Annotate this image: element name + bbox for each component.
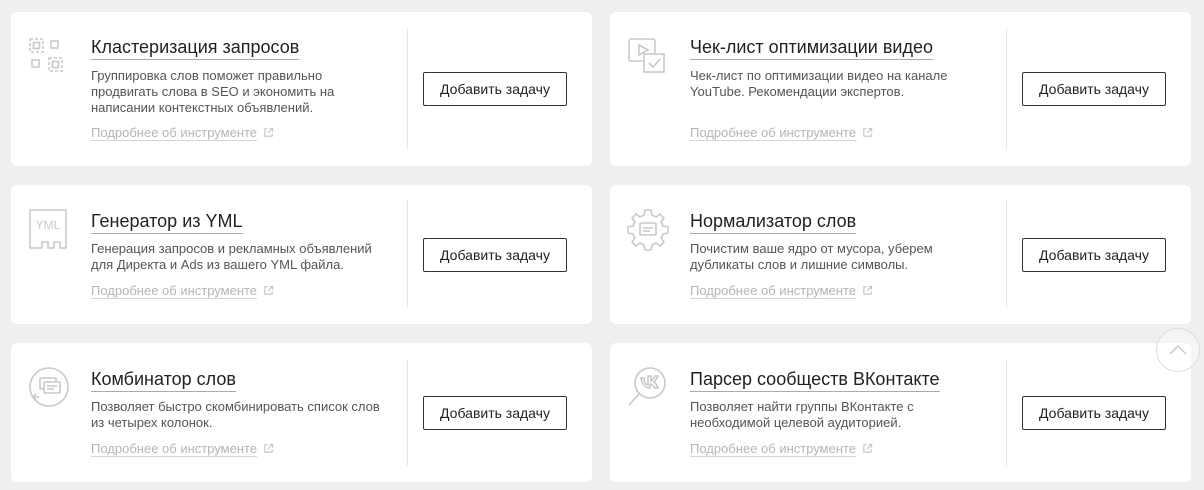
tool-card-combinator: Комбинатор слов Позволяет быстро скомбин… bbox=[11, 343, 592, 482]
tool-description: Чек-лист по оптимизации видео на канале … bbox=[690, 68, 948, 99]
more-link-label: Подробнее об инструменте bbox=[690, 283, 857, 299]
add-task-button[interactable]: Добавить задачу bbox=[1022, 396, 1166, 430]
video-checklist-icon bbox=[626, 36, 670, 80]
tool-card-vk-parser: Парсер сообществ ВКонтакте Позволяет най… bbox=[610, 343, 1191, 482]
vk-search-icon bbox=[626, 365, 670, 409]
tool-title[interactable]: Генератор из YML bbox=[91, 210, 243, 234]
tool-title[interactable]: Комбинатор слов bbox=[91, 368, 236, 392]
yml-icon-text: YML bbox=[36, 218, 61, 232]
tool-more-link[interactable]: Подробнее об инструменте bbox=[690, 283, 873, 299]
add-task-button[interactable]: Добавить задачу bbox=[1022, 72, 1166, 106]
tool-more-link[interactable]: Подробнее об инструменте bbox=[690, 125, 873, 141]
tool-card-video-checklist: Чек-лист оптимизации видео Чек-лист по о… bbox=[610, 12, 1191, 166]
more-link-label: Подробнее об инструменте bbox=[690, 125, 857, 141]
more-link-label: Подробнее об инструменте bbox=[91, 283, 258, 299]
tool-title[interactable]: Парсер сообществ ВКонтакте bbox=[690, 368, 940, 392]
tool-card-clustering: Кластеризация запросов Группировка слов … bbox=[11, 12, 592, 166]
external-link-icon bbox=[264, 127, 274, 137]
external-link-icon bbox=[863, 443, 873, 453]
card-divider bbox=[1006, 201, 1007, 308]
add-task-button[interactable]: Добавить задачу bbox=[1022, 238, 1166, 272]
tools-grid: Кластеризация запросов Группировка слов … bbox=[0, 0, 1204, 490]
chevron-up-icon bbox=[1169, 344, 1187, 355]
gear-icon bbox=[626, 207, 670, 251]
add-task-button[interactable]: Добавить задачу bbox=[423, 238, 567, 272]
tool-card-yml-generator: YML Генератор из YML Генерация запросов … bbox=[11, 185, 592, 324]
more-link-label: Подробнее об инструменте bbox=[91, 125, 258, 141]
card-divider bbox=[407, 201, 408, 308]
tool-description: Позволяет быстро скомбинировать список с… bbox=[91, 399, 380, 430]
external-link-icon bbox=[264, 285, 274, 295]
yml-file-icon: YML bbox=[27, 207, 71, 251]
tool-more-link[interactable]: Подробнее об инструменте bbox=[91, 283, 274, 299]
external-link-icon bbox=[863, 127, 873, 137]
card-divider bbox=[407, 359, 408, 466]
combinator-icon bbox=[27, 365, 71, 409]
tool-description: Генерация запросов и рекламных объявлени… bbox=[91, 241, 372, 272]
external-link-icon bbox=[863, 285, 873, 295]
clustering-icon bbox=[27, 36, 71, 80]
tool-description: Группировка слов поможет правильно продв… bbox=[91, 68, 335, 115]
more-link-label: Подробнее об инструменте bbox=[690, 441, 857, 457]
more-link-label: Подробнее об инструменте bbox=[91, 441, 258, 457]
tool-more-link[interactable]: Подробнее об инструменте bbox=[690, 441, 873, 457]
tool-description: Позволяет найти группы ВКонтакте с необх… bbox=[690, 399, 914, 430]
tool-title[interactable]: Чек-лист оптимизации видео bbox=[690, 36, 933, 60]
add-task-button[interactable]: Добавить задачу bbox=[423, 396, 567, 430]
tool-title[interactable]: Кластеризация запросов bbox=[91, 36, 300, 60]
tool-card-normalizer: Нормализатор слов Почистим ваше ядро от … bbox=[610, 185, 1191, 324]
tool-description: Почистим ваше ядро от мусора, уберем дуб… bbox=[690, 241, 933, 272]
add-task-button[interactable]: Добавить задачу bbox=[423, 72, 567, 106]
external-link-icon bbox=[264, 443, 274, 453]
card-divider bbox=[407, 28, 408, 150]
card-divider bbox=[1006, 359, 1007, 466]
card-divider bbox=[1006, 28, 1007, 150]
tool-title[interactable]: Нормализатор слов bbox=[690, 210, 857, 234]
scroll-to-top-button[interactable] bbox=[1156, 328, 1200, 372]
tool-more-link[interactable]: Подробнее об инструменте bbox=[91, 441, 274, 457]
tool-more-link[interactable]: Подробнее об инструменте bbox=[91, 125, 274, 141]
